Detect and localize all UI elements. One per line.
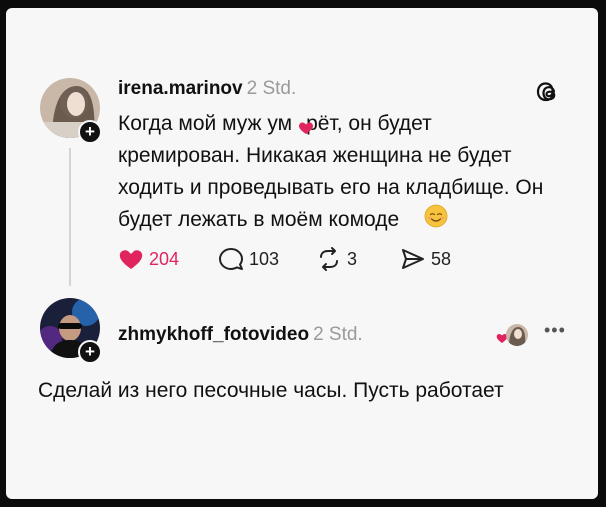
repost-button[interactable]: 3 [316, 244, 357, 274]
thread-line [69, 148, 71, 286]
post-text-line1b: рёт, он будет [306, 112, 432, 135]
reply-time: 2 Std. [313, 324, 363, 345]
reply-text: Сделай из него песочные часы. Пусть рабо… [38, 379, 504, 402]
threads-logo-icon[interactable] [536, 80, 562, 106]
repost-icon [320, 247, 338, 271]
comments-count: 103 [249, 248, 280, 269]
post-text-line1a: Когда мой муж ум [118, 112, 293, 135]
comment-bubble-icon [219, 248, 243, 270]
heart-sticker-icon [299, 122, 313, 134]
send-icon [402, 249, 424, 269]
post-time: 2 Std. [246, 78, 297, 99]
likes-count: 204 [149, 248, 180, 269]
heart-filled-icon [119, 250, 143, 269]
reposts-count: 3 [347, 248, 358, 269]
author-liked-badge [496, 324, 530, 348]
reply-username[interactable]: zhmykhoff_fotovideo 2 Std. [118, 324, 363, 346]
post-username-text[interactable]: irena.marinov [118, 78, 243, 99]
reply-follow-plus-button[interactable]: + [78, 340, 102, 364]
post-text: Когда мой муж ум рёт, он будет кремирован… [118, 108, 558, 236]
shares-count: 58 [431, 248, 452, 269]
share-button[interactable]: 58 [400, 244, 451, 274]
reply-username-text[interactable]: zhmykhoff_fotovideo [118, 324, 309, 345]
smiling-emoji-icon [424, 204, 448, 228]
app-frame: + irena.marinov 2 Std. Когда мой муж ум рё… [6, 8, 598, 499]
comment-button[interactable]: 103 [218, 244, 279, 274]
post-text-rest: кремирован. Никакая женщина не будет ход… [118, 144, 544, 231]
mini-avatar [506, 324, 528, 346]
follow-plus-button[interactable]: + [78, 120, 102, 144]
like-button[interactable]: 204 [118, 244, 179, 274]
post-username[interactable]: irena.marinov 2 Std. [118, 78, 296, 100]
more-dots-icon[interactable]: ••• [544, 320, 566, 341]
